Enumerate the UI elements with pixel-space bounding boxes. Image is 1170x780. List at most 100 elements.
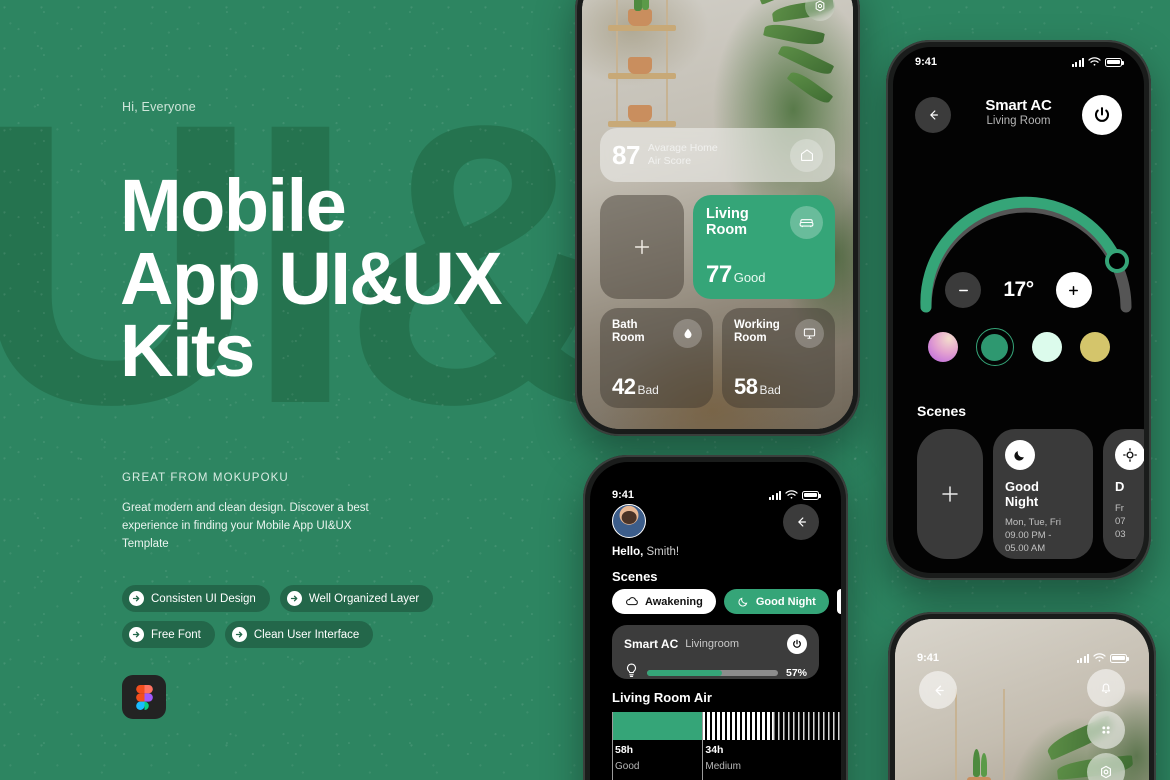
- temperature-value: 17°: [1003, 278, 1034, 301]
- signal-icon: [768, 490, 781, 500]
- room-card-name: Bath Room: [612, 319, 645, 345]
- feature-pill-label: Well Organized Layer: [308, 592, 420, 605]
- page-title: Mobile App UI&UX Kits: [120, 169, 503, 388]
- title-line-1: Mobile: [120, 164, 347, 247]
- rooms-grid: Living Room 77 Good Bath Room 42 Bad Wor…: [600, 195, 835, 408]
- color-swatch-list: [893, 328, 1144, 366]
- signal-icon: [1076, 653, 1089, 663]
- signal-icon: [1071, 57, 1084, 67]
- greeting-text: Hi, Everyone: [122, 100, 196, 114]
- scene-card-schedule: Fr 07 03: [1115, 502, 1126, 540]
- brightness-slider[interactable]: [647, 669, 778, 676]
- feature-pill-free-font[interactable]: Free Font: [122, 621, 215, 648]
- home-icon[interactable]: [790, 138, 823, 172]
- back-button[interactable]: [915, 97, 951, 133]
- arrow-right-icon: [231, 627, 247, 642]
- air-score-card[interactable]: 87 Avarage Home Air Score: [600, 128, 835, 182]
- water-drop-icon: [673, 319, 702, 348]
- increase-temperature-button[interactable]: [1055, 272, 1092, 308]
- status-bar-time: 9:41: [917, 652, 940, 664]
- scene-chip-label: Awakening: [645, 595, 703, 608]
- power-button[interactable]: [787, 634, 807, 654]
- chart-label-medium: 34h Medium: [705, 744, 741, 772]
- color-swatch-gradient-pink[interactable]: [927, 332, 958, 362]
- room-card-name: Working Room: [734, 319, 780, 345]
- device-card-room: Livingroom: [685, 638, 740, 650]
- scene-card-schedule: Mon, Tue, Fri 09.00 PM - 05.00 AM: [1005, 517, 1061, 555]
- power-button[interactable]: [1082, 95, 1122, 135]
- chart-label-bad: 78h Bad: [773, 744, 841, 774]
- figma-logo-icon[interactable]: [122, 675, 166, 719]
- battery-icon: [802, 490, 821, 500]
- status-bar: 9:41: [590, 480, 841, 510]
- back-button[interactable]: [919, 671, 957, 709]
- poster-stage: UI& Hi, Everyone Mobile App UI&UX Kits G…: [0, 0, 1170, 780]
- scenes-heading: Scenes: [917, 403, 967, 419]
- phone-screen: 87 Avarage Home Air Score Living Room 77…: [582, 0, 853, 429]
- phone-mockup-home: 87 Avarage Home Air Score Living Room 77…: [575, 0, 860, 436]
- description-text: Great modern and clean design. Discover …: [122, 502, 369, 550]
- feature-pill-clean-user-interface[interactable]: Clean User Interface: [224, 621, 374, 648]
- room-card-working-room[interactable]: Working Room 58 Bad: [722, 308, 835, 408]
- room-card-score: 42 Bad: [612, 374, 659, 399]
- phone-screen: 9:41 Smart AC Living Room 17° Scenes Goo…: [893, 47, 1144, 573]
- chart-label-good: 58h Good: [615, 744, 640, 772]
- feature-pill-list: Consisten UI Design Well Organized Layer…: [122, 585, 542, 657]
- scene-chip-list: Awakening Good Night: [612, 589, 841, 614]
- bulb-icon: [624, 662, 639, 683]
- scene-chip-awakening[interactable]: Awakening: [612, 589, 716, 614]
- scene-card-good-night[interactable]: Good Night Mon, Tue, Fri 09.00 PM - 05.0…: [993, 429, 1093, 559]
- phone-screen: 9:41: [895, 619, 1149, 780]
- bell-icon[interactable]: [1087, 669, 1125, 707]
- scene-chip-next-partial[interactable]: [836, 589, 841, 614]
- room-card-score: 77 Good: [706, 261, 766, 288]
- chart-bars: [612, 712, 841, 740]
- room-card-living-room[interactable]: Living Room 77 Good: [693, 195, 835, 299]
- status-bar: 9:41: [895, 643, 1149, 673]
- color-swatch-mint[interactable]: [1031, 332, 1062, 362]
- add-scene-button[interactable]: [917, 429, 983, 559]
- wifi-icon: [785, 490, 798, 499]
- eyebrow-text: GREAT FROM MOKUPOKU: [122, 472, 289, 484]
- phone-mockup-camera: 9:41: [888, 612, 1156, 780]
- scene-chip-good-night[interactable]: Good Night: [723, 589, 829, 614]
- device-card-smart-ac[interactable]: Smart AC Livingroom 57%: [612, 625, 819, 679]
- arrow-right-icon: [286, 591, 302, 606]
- chart-labels: 58h Good 34h Medium 78h Bad: [612, 744, 841, 774]
- scenes-heading: Scenes: [612, 569, 658, 584]
- arrow-right-icon: [129, 627, 144, 642]
- scene-card-day[interactable]: D Fr 07 03: [1103, 429, 1144, 559]
- title-line-2: App UI&UX: [120, 236, 503, 320]
- scene-card-name: D: [1115, 479, 1125, 494]
- phone-mockup-smart-ac: 9:41 Smart AC Living Room 17° Scenes Goo…: [886, 40, 1151, 580]
- phone-mockup-scenes: 9:41 Hello, Smith! Scenes Awakening Good…: [583, 455, 848, 780]
- temperature-controls: 17°: [893, 272, 1144, 308]
- decrease-temperature-button[interactable]: [945, 272, 982, 308]
- room-card-name: Living Room: [706, 206, 749, 238]
- status-bar: 9:41: [893, 47, 1144, 77]
- room-card-score: 58 Bad: [734, 374, 781, 399]
- wifi-icon: [1088, 57, 1101, 66]
- wifi-icon: [1093, 653, 1106, 662]
- air-chart-heading: Living Room Air: [612, 690, 712, 705]
- sun-icon: [1115, 440, 1144, 470]
- chart-segment-medium: [702, 712, 773, 740]
- apps-grid-icon[interactable]: [1087, 711, 1125, 749]
- battery-icon: [1110, 653, 1129, 663]
- scene-chip-label: Good Night: [755, 595, 816, 608]
- arrow-right-icon: [129, 591, 144, 606]
- moon-icon: [1005, 440, 1035, 470]
- profile-header: Hello, Smith!: [612, 504, 819, 558]
- left-content-column: Hi, Everyone Mobile App UI&UX Kits GREAT…: [120, 0, 552, 780]
- room-card-bath-room[interactable]: Bath Room 42 Bad: [600, 308, 713, 408]
- feature-pill-label: Free Font: [151, 628, 201, 641]
- feature-pill-consistent-ui-design[interactable]: Consisten UI Design: [122, 585, 270, 612]
- add-room-tile[interactable]: [600, 195, 684, 299]
- feature-pill-label: Consisten UI Design: [151, 592, 256, 605]
- color-swatch-gold[interactable]: [1079, 332, 1110, 362]
- chart-segment-good: [612, 712, 703, 740]
- feature-pill-well-organized-layer[interactable]: Well Organized Layer: [279, 585, 434, 612]
- living-room-air-chart: 58h Good 34h Medium 78h Bad: [612, 712, 841, 780]
- color-swatch-green-selected[interactable]: [975, 328, 1014, 366]
- status-bar-time: 9:41: [612, 489, 635, 501]
